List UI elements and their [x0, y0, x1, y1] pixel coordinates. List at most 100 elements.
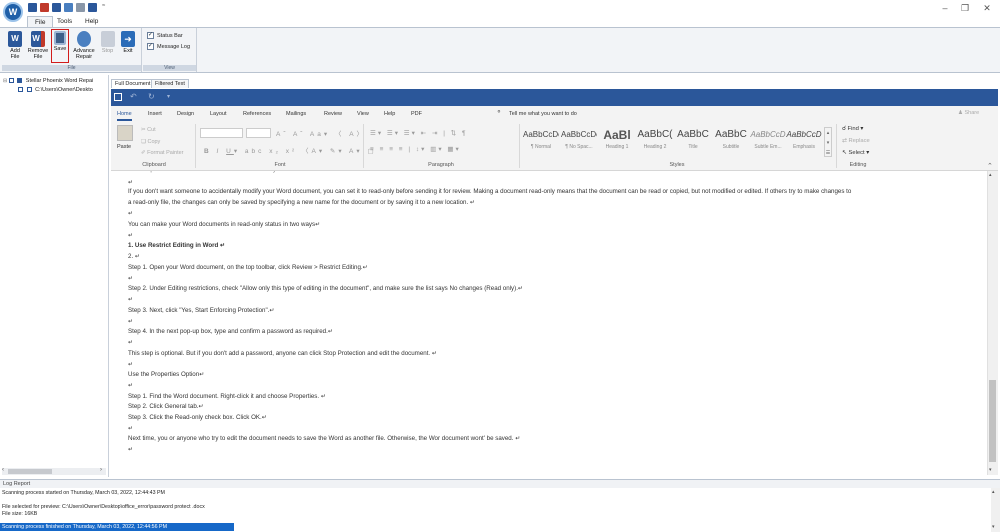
close-icon[interactable]: ✕ [977, 2, 997, 14]
remove-file-button[interactable]: W Remove File [26, 31, 50, 63]
remove-file-icon: W [31, 31, 45, 47]
tab-mailings[interactable]: Mailings [286, 108, 306, 121]
exit-button[interactable]: ➜ Exit [119, 31, 137, 63]
share-button[interactable]: ♟ Share [958, 110, 979, 116]
scroll-left-icon[interactable]: ‹ [2, 467, 4, 473]
tree-scroll-thumb[interactable] [8, 469, 52, 474]
copy-button[interactable]: ❏ Copy [141, 139, 160, 145]
style-emphasis[interactable]: AaBbCcD Emphasis [786, 127, 822, 155]
cursor-icon: ↖ [842, 150, 847, 156]
scroll-down-icon[interactable]: ▾ [989, 467, 992, 473]
checkbox-icon[interactable] [8, 78, 14, 84]
paste-icon[interactable] [117, 125, 133, 141]
quick-access-repair-icon[interactable] [64, 3, 73, 12]
paragraph-group-label: Paragraph [428, 162, 454, 168]
tab-design[interactable]: Design [177, 108, 194, 121]
tell-me-search[interactable]: Tell me what you want to do [509, 108, 577, 121]
paste-button[interactable]: Paste [117, 144, 131, 150]
brush-icon: ✐ [141, 150, 146, 156]
document-paragraph: ↵ [128, 318, 134, 325]
undo-icon[interactable]: ↶ [130, 92, 137, 101]
select-button[interactable]: ↖ Select ▾ [842, 150, 869, 156]
separator [836, 124, 837, 168]
document-scroll-thumb[interactable] [989, 380, 996, 462]
quick-access-save-icon[interactable] [52, 3, 61, 12]
style-title[interactable]: AaBbC Title [675, 127, 711, 155]
alignment-controls[interactable]: ≡ ≡ ≡ ≡ | ↕▾ ▥▾ ▦▾ [370, 145, 461, 153]
app-logo-icon[interactable]: W [3, 2, 23, 22]
tab-full-document[interactable]: Full Document [111, 79, 155, 88]
style-subtle-emphasis[interactable]: AaBbCcD Subtle Em... [750, 127, 786, 155]
customize-icon[interactable]: ▾ [167, 93, 170, 100]
add-file-button[interactable]: W Add File [4, 31, 26, 63]
font-name-box[interactable] [200, 128, 243, 138]
word-save-icon[interactable] [114, 93, 122, 101]
style-normal[interactable]: AaBbCcDc ¶ Normal [523, 127, 559, 155]
replace-icon: ⇄ [842, 138, 847, 144]
advance-repair-icon [77, 31, 91, 47]
document-page[interactable]: Bonus tip: How to make a Word Document R… [111, 171, 987, 475]
style-subtitle[interactable]: AaBbC Subtitle [713, 127, 749, 155]
document-paragraph: 1. Use Restrict Editing in Word ↵ [128, 242, 226, 249]
tree-item-root[interactable]: ⊟ Stellar Phoenix Word Repai [3, 77, 107, 85]
quick-access-stop-icon[interactable] [76, 3, 85, 12]
cut-button[interactable]: ✂ Cut [141, 127, 156, 133]
log-scroll-down-icon[interactable]: ▾ [992, 524, 995, 530]
exit-icon: ➜ [121, 31, 135, 47]
minimize-icon[interactable]: – [935, 2, 955, 14]
menu-bar [0, 16, 1000, 27]
styles-scroll-icon[interactable]: ▴ ▾ ☰ [824, 127, 832, 157]
tab-view[interactable]: View [357, 108, 369, 121]
checkbox-icon[interactable] [18, 87, 23, 93]
document-paragraph: Step 3. Next, click "Yes, Start Enforcin… [128, 307, 275, 314]
copy-icon: ❏ [141, 139, 146, 145]
replace-button[interactable]: ⇄ Replace [842, 138, 870, 144]
file-tree-panel [0, 75, 109, 477]
quick-access-word-icon[interactable] [28, 3, 37, 12]
tab-help-word[interactable]: Help [384, 108, 395, 121]
tab-filtered-text[interactable]: Filtered Text [151, 79, 189, 88]
view-group-label: View [143, 65, 196, 71]
stop-button[interactable]: Stop [99, 31, 116, 63]
quick-access-dropdown-icon[interactable]: ≈ [102, 3, 105, 9]
scroll-right-icon[interactable]: › [100, 467, 102, 473]
tab-layout[interactable]: Layout [210, 108, 227, 121]
tab-tools[interactable]: Tools [50, 16, 79, 27]
font-size-box[interactable] [246, 128, 271, 138]
document-paragraph: ↵ [128, 446, 134, 453]
log-scroll-up-icon[interactable]: ▴ [992, 489, 995, 495]
tab-home[interactable]: Home [117, 108, 132, 121]
tree-item-file[interactable]: C:\Users\Owner\Deskto [18, 86, 107, 94]
message-log-checkbox[interactable]: ✓ Message Log [147, 43, 190, 50]
log-line-selected[interactable]: Scanning process finished on Thursday, M… [0, 523, 234, 531]
tab-pdf[interactable]: PDF [411, 108, 422, 121]
scissors-icon: ✂ [141, 127, 146, 133]
tab-help[interactable]: Help [78, 16, 105, 27]
format-painter-button[interactable]: ✐ Format Painter [141, 150, 184, 156]
advance-repair-button[interactable]: Advance Repair [70, 31, 98, 63]
tab-insert[interactable]: Insert [148, 108, 162, 121]
list-controls[interactable]: ☰▾ ☰▾ ☰▾ ⇤ ⇥ | ⇅ ¶ [370, 129, 467, 137]
editing-group-label: Editing [849, 162, 867, 168]
font-format-controls[interactable]: B I U▾ abc x₂ x² 〈A▾ ✎▾ A▾ ▢ [204, 145, 377, 155]
save-icon [54, 31, 66, 45]
quick-access-remove-icon[interactable] [40, 3, 49, 12]
quick-access-exit-icon[interactable] [88, 3, 97, 12]
document-paragraph: Bonus tip: How to make a Word Document R… [128, 171, 276, 174]
restore-icon[interactable]: ❐ [955, 2, 975, 14]
collapse-icon[interactable]: ⊟ [3, 78, 7, 84]
font-size-controls[interactable]: Aˆ Aˇ Aa▾ 〈 A〉 [276, 128, 366, 138]
tab-references[interactable]: References [243, 108, 271, 121]
scroll-up-icon[interactable]: ▴ [989, 172, 992, 178]
file-group-label: File [2, 65, 141, 71]
style-no-spacing[interactable]: AaBbCcDc ¶ No Spac... [561, 127, 597, 155]
save-button[interactable]: Save [52, 31, 68, 63]
status-bar-checkbox[interactable]: ✓ Status Bar [147, 32, 183, 39]
style-heading-1[interactable]: AaBl Heading 1 [599, 127, 635, 155]
style-heading-2[interactable]: AaBbC(Heading 2 [637, 127, 673, 155]
collapse-ribbon-icon[interactable]: ⌃ [987, 162, 993, 170]
find-button[interactable]: ☌ Find ▾ [842, 126, 863, 132]
redo-icon[interactable]: ↻ [148, 92, 155, 101]
log-line: Scanning process started on Thursday, Ma… [2, 490, 165, 496]
tab-review[interactable]: Review [324, 108, 342, 121]
